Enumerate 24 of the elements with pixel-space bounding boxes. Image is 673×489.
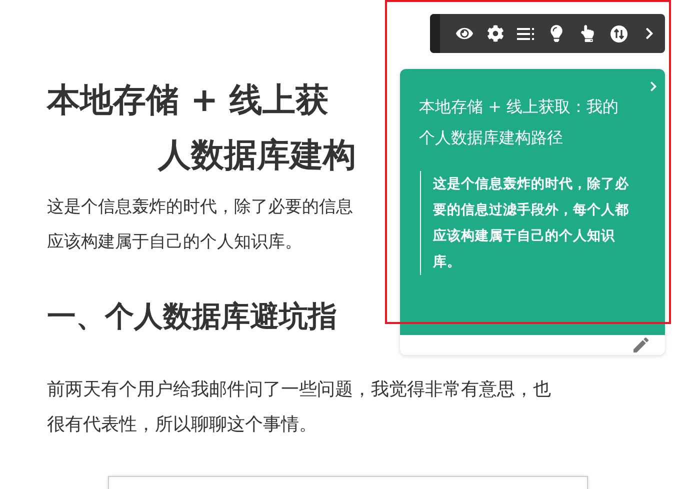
intro-paragraph: 应该构建属于自己的个人知识库。 [47,231,302,254]
body-paragraph: 很有代表性，所以聊聊这个事情。 [47,413,317,437]
quote-text: 库。 [433,253,462,272]
quote-text: 这是个信息轰炸的时代，除了必 [433,175,630,194]
settings-icon [486,25,504,42]
swap-arrows-icon [610,24,628,42]
pencil-icon [631,335,651,355]
eye-icon [456,25,473,42]
article-title: 人数据库建构 [156,134,356,176]
quote-text: 要的信息过滤手段外，每个人都 [433,201,630,220]
chevron-right-icon [648,81,659,92]
edit-button[interactable] [631,335,651,355]
next-button[interactable] [648,81,659,92]
quote-text: 应该构建属于自己的个人知识 [433,227,616,246]
section-heading: 一、个人数据库避坑指 [47,298,337,335]
lightbulb-icon [548,25,566,42]
list-icon [517,26,536,40]
card-title: 本地存储 + 线上获取：我的 [419,96,620,118]
body-paragraph: 前两天有个用户给我邮件问了一些问题，我觉得非常有意思，也 [47,378,551,402]
intro-paragraph: 这是个信息轰炸的时代，除了必要的信息 [47,196,353,219]
card-title: 个人数据库建构路径 [419,127,564,149]
article-title: 本地存储 + 线上获 [47,79,329,121]
toolbar-handle[interactable] [430,14,440,53]
pointing-hand-icon [579,25,596,42]
